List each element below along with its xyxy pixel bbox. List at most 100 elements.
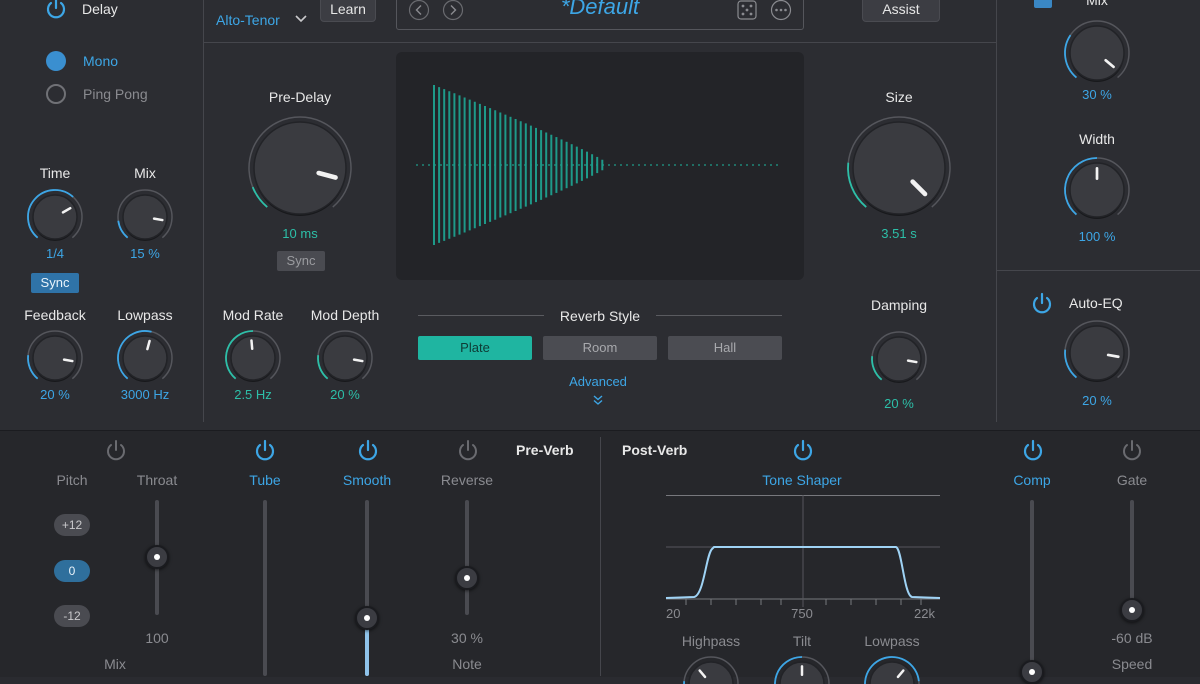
speed-label: Speed <box>1111 656 1153 672</box>
delay-mix-label: Mix <box>134 165 156 181</box>
preset-dropdown[interactable]: Alto-Tenor <box>216 12 280 28</box>
feedback-value: 20 % <box>40 387 70 402</box>
pitch-label: Pitch <box>56 472 88 488</box>
predelay-value: 10 ms <box>282 226 318 241</box>
divider <box>203 0 204 422</box>
mode-ping-pong[interactable]: Ping Pong <box>83 86 148 102</box>
time-value: 1/4 <box>45 246 65 261</box>
divider <box>656 315 782 316</box>
tone-lowpass-knob[interactable] <box>861 653 923 684</box>
style-plate-button[interactable]: Plate <box>418 336 532 360</box>
gate-slider-thumb[interactable] <box>1120 598 1144 622</box>
reverse-slider-thumb[interactable] <box>455 566 479 590</box>
damping-knob[interactable] <box>866 326 932 392</box>
pre-verb-mix-label: Mix <box>104 656 126 672</box>
auto-eq-power-icon[interactable] <box>1030 292 1054 316</box>
tone-lowpass-label: Lowpass <box>864 633 920 649</box>
lowpass-value: 3000 Hz <box>120 387 170 402</box>
tone-shaper-graph[interactable] <box>665 495 941 607</box>
reverse-power-icon[interactable] <box>456 439 480 463</box>
width-value: 100 % <box>1078 229 1116 244</box>
predelay-sync-button[interactable]: Sync <box>277 251 325 271</box>
tone-axis-20: 20 <box>666 606 681 621</box>
tone-shaper-power-icon[interactable] <box>791 439 815 463</box>
pitch-power-icon[interactable] <box>104 439 128 463</box>
divider <box>996 0 997 422</box>
style-room-button[interactable]: Room <box>543 336 657 360</box>
more-options-icon[interactable] <box>770 0 792 21</box>
comp-power-icon[interactable] <box>1021 439 1045 463</box>
gate-label: Gate <box>1116 472 1148 488</box>
waveform-display <box>396 52 804 280</box>
mode-mono[interactable]: Mono <box>83 53 118 69</box>
next-preset-icon[interactable] <box>442 0 464 21</box>
mod-rate-value: 2.5 Hz <box>234 387 272 402</box>
divider <box>203 42 996 43</box>
time-knob[interactable] <box>22 184 88 250</box>
tilt-knob[interactable] <box>771 653 833 684</box>
tilt-label: Tilt <box>792 633 812 649</box>
predelay-knob[interactable] <box>240 108 360 228</box>
throat-slider-thumb[interactable] <box>145 545 169 569</box>
damping-label: Damping <box>870 297 928 313</box>
throat-label: Throat <box>136 472 178 488</box>
width-knob[interactable] <box>1059 155 1135 231</box>
size-knob[interactable] <box>839 108 959 228</box>
assist-button[interactable]: Assist <box>862 0 940 22</box>
previous-preset-icon[interactable] <box>408 0 430 21</box>
preset-name[interactable]: *Default <box>561 0 639 20</box>
mod-rate-label: Mod Rate <box>222 307 284 323</box>
learn-button[interactable]: Learn <box>320 0 376 22</box>
note-label: Note <box>452 656 482 672</box>
reverse-slider-track[interactable] <box>465 500 469 615</box>
feedback-knob[interactable] <box>22 325 88 391</box>
chevron-down-icon[interactable] <box>294 14 308 24</box>
mod-depth-knob[interactable] <box>312 325 378 391</box>
comp-slider-track[interactable] <box>1030 500 1034 676</box>
gate-power-icon[interactable] <box>1120 439 1144 463</box>
style-hall-button[interactable]: Hall <box>668 336 782 360</box>
feedback-label: Feedback <box>24 307 86 323</box>
comp-slider-thumb[interactable] <box>1020 660 1044 684</box>
power-icon[interactable] <box>44 0 68 21</box>
highpass-knob[interactable] <box>680 653 742 684</box>
output-mix-knob[interactable] <box>1059 18 1135 94</box>
double-chevron-down-icon[interactable] <box>591 393 605 407</box>
time-label: Time <box>39 165 71 181</box>
delay-title: Delay <box>82 1 118 17</box>
mono-radio[interactable] <box>46 51 66 71</box>
divider <box>996 270 1200 271</box>
size-value: 3.51 s <box>881 226 917 241</box>
smooth-power-icon[interactable] <box>356 439 380 463</box>
pitch-zero-button[interactable]: 0 <box>54 560 90 582</box>
gate-value: -60 dB <box>1111 630 1153 646</box>
smooth-slider-thumb[interactable] <box>355 606 379 630</box>
tone-axis-750: 750 <box>791 606 813 621</box>
pre-verb-title: Pre-Verb <box>516 442 574 458</box>
delay-mix-knob[interactable] <box>112 184 178 250</box>
lowpass-knob[interactable] <box>112 325 178 391</box>
link-toggle[interactable] <box>1034 0 1052 8</box>
divider <box>600 437 601 676</box>
tube-slider-track[interactable] <box>263 500 267 676</box>
divider <box>418 315 544 316</box>
width-label: Width <box>1079 131 1115 147</box>
auto-eq-knob[interactable] <box>1059 318 1135 394</box>
reverb-decay-graph <box>416 85 780 245</box>
lowpass-label: Lowpass <box>117 307 173 323</box>
predelay-label: Pre-Delay <box>268 89 332 105</box>
delay-sync-button[interactable]: Sync <box>31 273 79 293</box>
randomize-dice-icon[interactable] <box>736 0 758 21</box>
pitch-plus12-button[interactable]: +12 <box>54 514 90 536</box>
delay-mix-value: 15 % <box>130 246 160 261</box>
advanced-toggle[interactable]: Advanced <box>569 374 627 389</box>
throat-value: 100 <box>145 630 169 646</box>
tube-power-icon[interactable] <box>253 439 277 463</box>
tone-axis-22k: 22k <box>914 606 935 621</box>
damping-value: 20 % <box>884 396 914 411</box>
highpass-label: Highpass <box>681 633 741 649</box>
pitch-minus12-button[interactable]: -12 <box>54 605 90 627</box>
ping-pong-radio[interactable] <box>46 84 66 104</box>
mod-rate-knob[interactable] <box>220 325 286 391</box>
reverse-label: Reverse <box>440 472 494 488</box>
